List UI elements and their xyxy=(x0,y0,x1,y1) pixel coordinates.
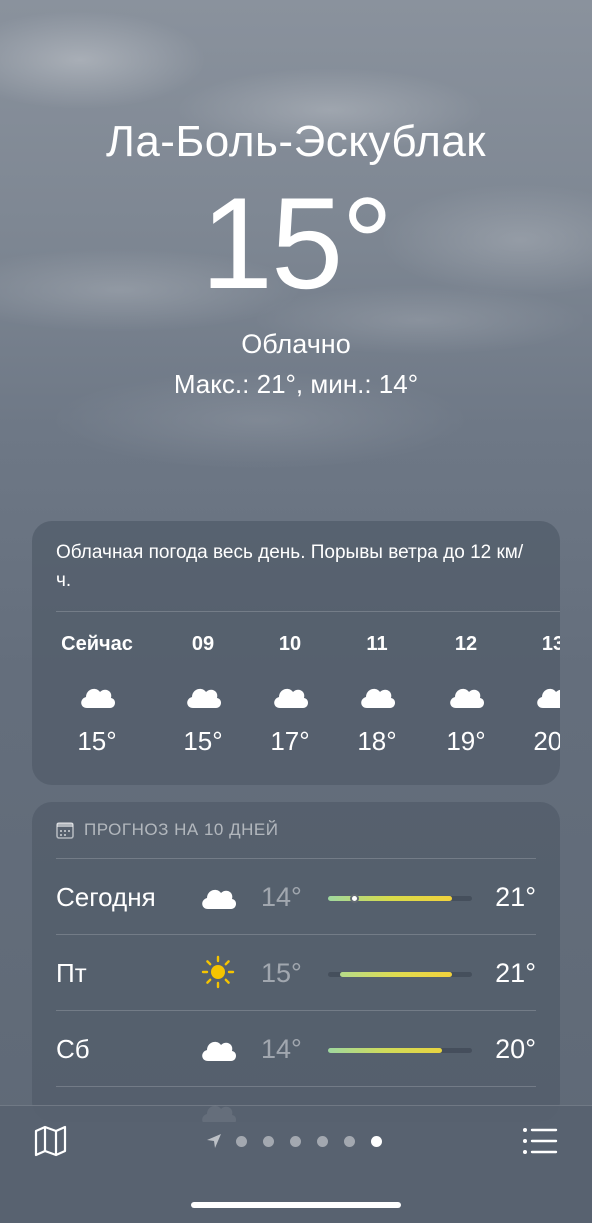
map-icon[interactable] xyxy=(34,1124,68,1158)
page-indicator[interactable] xyxy=(206,1133,398,1149)
high-temperature: 21° xyxy=(495,882,536,912)
hour-temperature: 15° xyxy=(183,726,223,756)
cloud-icon xyxy=(274,688,309,708)
cloud-icon xyxy=(187,688,222,708)
low-temperature: 15° xyxy=(261,958,302,988)
hour-label: 09 xyxy=(191,633,215,655)
hour-item: 10 17° xyxy=(245,612,335,756)
hour-temperature: 17° xyxy=(270,726,310,756)
temperature-range-fill xyxy=(328,1048,442,1053)
page-dot[interactable] xyxy=(263,1135,274,1147)
page-dot-active[interactable] xyxy=(371,1135,382,1147)
hour-label: 12 xyxy=(454,633,478,655)
low-temperature: 14° xyxy=(261,1034,302,1064)
hour-item: 12 19° xyxy=(421,612,511,756)
hourly-forecast-card[interactable]: Облачная погода весь день. Порывы ветра … xyxy=(32,521,560,785)
temperature-range-fill xyxy=(340,972,452,977)
hourly-forecast-list[interactable]: Сейчас 15° 09 15° 10 17° 11 18° 12 19° 1… xyxy=(32,612,560,782)
page-dot[interactable] xyxy=(236,1135,247,1147)
cloud-icon xyxy=(537,688,560,708)
low-temperature: 14° xyxy=(261,882,302,912)
high-temperature: 21° xyxy=(495,958,536,988)
cloud-icon xyxy=(361,688,396,708)
temperature-range-fill xyxy=(328,896,452,901)
sun-icon xyxy=(201,955,235,989)
cloud-icon xyxy=(450,688,485,708)
hour-temperature: 20° xyxy=(533,726,560,756)
current-temperature: 15° xyxy=(200,170,394,316)
hour-item: Сейчас 15° xyxy=(52,612,142,756)
hour-temperature: 18° xyxy=(357,726,397,756)
city-name: Ла-Боль-Эскублак xyxy=(105,117,487,166)
hour-item: 09 15° xyxy=(158,612,248,756)
list-icon[interactable] xyxy=(522,1126,558,1156)
page-dot[interactable] xyxy=(344,1135,355,1147)
page-dot[interactable] xyxy=(290,1135,301,1147)
hour-temperature: 15° xyxy=(77,726,117,756)
ten-day-forecast-title: ПРОГНОЗ НА 10 ДНЕЙ xyxy=(84,820,279,839)
day-label: Сегодня xyxy=(56,882,156,912)
cloud-icon xyxy=(202,1041,237,1061)
ten-day-forecast-header: ПРОГНОЗ НА 10 ДНЕЙ xyxy=(32,802,560,858)
day-label: Пт xyxy=(56,958,87,988)
current-temperature-marker xyxy=(350,894,359,903)
page-dot[interactable] xyxy=(317,1135,328,1147)
bottom-toolbar xyxy=(0,1105,592,1223)
high-temperature: 20° xyxy=(495,1034,536,1064)
hour-label: 11 xyxy=(366,633,388,655)
hour-label: Сейчас xyxy=(61,633,133,655)
hour-item: 13 20° xyxy=(508,612,560,756)
hour-temperature: 19° xyxy=(446,726,486,756)
location-arrow-icon xyxy=(207,1134,221,1148)
weather-condition: Облачно xyxy=(241,329,351,359)
day-label: Сб xyxy=(56,1034,90,1064)
high-low-temperature: Макс.: 21°, мин.: 14° xyxy=(173,369,419,399)
home-indicator[interactable] xyxy=(191,1202,401,1208)
cloud-icon xyxy=(81,688,116,708)
ten-day-forecast-card[interactable]: ПРОГНОЗ НА 10 ДНЕЙ Сегодня 14° 21° Пт 15… xyxy=(32,802,560,1122)
forecast-summary: Облачная погода весь день. Порывы ветра … xyxy=(56,542,524,591)
daily-forecast-row[interactable]: Пт 15° 21° xyxy=(56,934,536,1010)
temperature-range-bar xyxy=(328,894,472,903)
calendar-icon xyxy=(56,822,74,839)
hour-label: 13 xyxy=(541,633,560,655)
cloud-icon xyxy=(202,889,237,909)
hour-item: 11 18° xyxy=(332,612,422,756)
hour-label: 10 xyxy=(278,633,302,655)
daily-forecast-row[interactable]: Сегодня 14° 21° xyxy=(56,858,536,934)
daily-forecast-row[interactable]: Сб 14° 20° xyxy=(56,1010,536,1086)
temperature-range-bar xyxy=(328,1048,472,1053)
temperature-range-bar xyxy=(328,972,472,977)
current-weather-header: Ла-Боль-Эскублак 15° Облачно Макс.: 21°,… xyxy=(0,112,592,402)
